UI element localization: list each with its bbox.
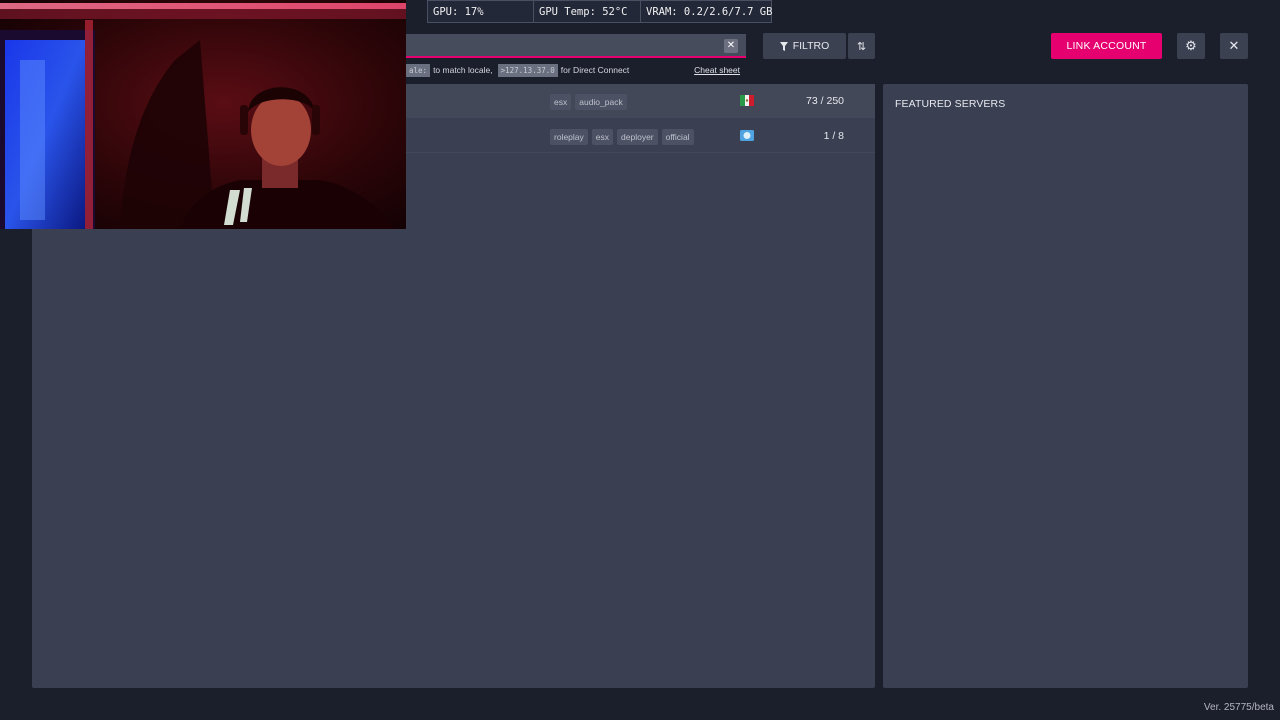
vram-usage: VRAM: 0.2/2.6/7.7 GB [646, 6, 773, 18]
player-count: 1 / 8 [823, 130, 844, 142]
player-count: 73 / 250 [806, 95, 844, 107]
filter-button[interactable]: FILTRO [763, 33, 846, 59]
link-account-button[interactable]: LINK ACCOUNT [1051, 33, 1162, 59]
filter-label: FILTRO [792, 40, 830, 52]
server-tag[interactable]: esx [591, 129, 614, 145]
server-tag[interactable]: audio_pack [575, 94, 627, 110]
server-tag[interactable]: roleplay [550, 129, 588, 145]
server-tag[interactable]: deployer [617, 129, 658, 145]
gpu-stats-overlay: GPU: 17% GPU Temp: 52°C VRAM: 0.2/2.6/7.… [427, 0, 772, 23]
locale-hint-text: to match locale, [433, 65, 493, 75]
server-tags: roleplay esx deployer official [550, 129, 694, 145]
cheat-sheet-link[interactable]: Cheat sheet [694, 65, 740, 75]
sort-arrows-icon: ⇅ [856, 40, 867, 53]
sort-button[interactable]: ⇅ [848, 33, 875, 59]
version-label: Ver. 25775/beta [1203, 702, 1274, 713]
server-tags: esx audio_pack [550, 94, 627, 110]
mexico-flag-icon [740, 95, 754, 106]
close-button[interactable]: ✕ [1220, 33, 1248, 59]
server-tag[interactable]: esx [550, 94, 572, 110]
gpu-temperature: GPU Temp: 52°C [534, 1, 641, 22]
direct-connect-hint-chip: >127.13.37.0 [497, 63, 558, 77]
locale-hint-chip: ale: [406, 63, 431, 77]
featured-servers-panel: FEATURED SERVERS [883, 84, 1248, 688]
server-tag[interactable]: official [661, 129, 694, 145]
settings-button[interactable]: ⚙ [1177, 33, 1205, 59]
gpu-usage: GPU: 17% [428, 1, 534, 22]
funnel-icon [779, 41, 788, 51]
world-globe-icon [740, 130, 754, 141]
close-icon: ✕ [1228, 38, 1240, 53]
featured-servers-title: FEATURED SERVERS [895, 98, 1006, 110]
webcam-feed-image [0, 0, 406, 229]
gear-icon: ⚙ [1185, 38, 1197, 53]
clear-search-icon[interactable]: ✕ [724, 39, 738, 53]
server-search-input[interactable]: ✕ [406, 34, 746, 58]
webcam-overlay [0, 0, 406, 229]
search-hints: ale: to match locale, >127.13.37.0 for D… [406, 60, 746, 80]
direct-connect-hint-text: for Direct Connect [560, 65, 630, 75]
